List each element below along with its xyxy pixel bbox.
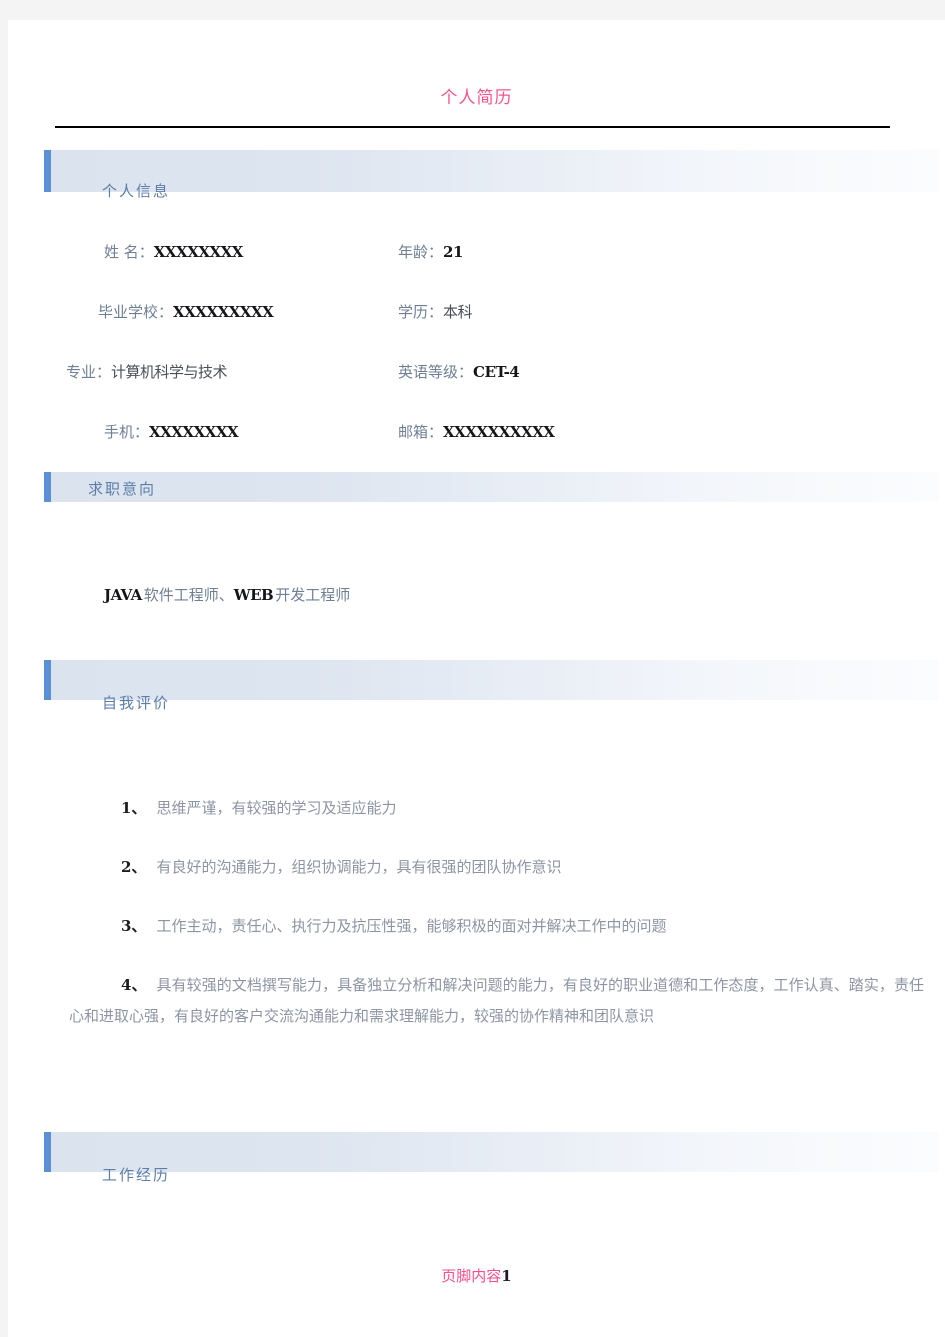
field-english-level: 英语等级：CET-4 [398, 361, 520, 382]
field-email: 邮箱：XXXXXXXXXX [398, 421, 555, 442]
field-email-value: XXXXXXXXXX [443, 423, 555, 441]
list-item-text: 思维严谨，有较强的学习及适应能力 [156, 799, 397, 817]
field-school-label: 毕业学校： [98, 303, 174, 321]
page-footer: 页脚内容1 [8, 1265, 945, 1286]
resume-page: 个人简历 个人信息 姓 名：XXXXXXXX 年龄：21 毕业学校：XXXXXX… [8, 20, 945, 1337]
list-item: 2、 有良好的沟通能力，组织协调能力，具有很强的团队协作意识 [121, 852, 561, 883]
list-item-text: 工作主动，责任心、执行力及抗压性强，能够积极的面对并解决工作中的问题 [156, 917, 667, 935]
job-objective-role-2-cn: 开发工程师 [275, 586, 351, 604]
list-item: 4、 具有较强的文档撰写能力，具备独立分析和解决问题的能力，有良好的职业道德和工作… [69, 970, 924, 1032]
list-item: 1、 思维严谨，有较强的学习及适应能力 [121, 793, 396, 824]
field-email-label: 邮箱： [398, 423, 444, 441]
field-major-value: 计算机科学与技术 [111, 363, 228, 381]
job-objective-role-1-cn: 软件工程师、 [143, 586, 234, 604]
band-accent-bar [44, 1132, 51, 1172]
section-band-self-evaluation [44, 660, 939, 700]
list-item-number: 4、 [121, 976, 147, 994]
section-heading-work-experience: 工作经历 [102, 1166, 171, 1184]
field-phone: 手机：XXXXXXXX [104, 421, 239, 442]
section-heading-self-evaluation: 自我评价 [102, 694, 171, 712]
job-objective-role-1-latin: JAVA [104, 586, 142, 604]
field-education: 学历：本科 [398, 301, 473, 322]
field-english-level-label: 英语等级： [398, 363, 474, 381]
field-major-label: 专业： [66, 363, 112, 381]
field-age-value: 21 [443, 243, 463, 261]
field-phone-value: XXXXXXXX [149, 423, 239, 441]
field-name: 姓 名：XXXXXXXX [104, 241, 243, 262]
field-age-label: 年龄： [398, 243, 444, 261]
list-item-text: 具有较强的文档撰写能力，具备独立分析和解决问题的能力，有良好的职业道德和工作态度… [69, 976, 925, 1025]
list-item-number: 1、 [121, 799, 147, 817]
field-name-value: XXXXXXXX [153, 243, 244, 261]
footer-page-number: 1 [501, 1267, 512, 1285]
section-band-job-objective [44, 472, 939, 502]
field-phone-label: 手机： [104, 423, 150, 441]
field-major: 专业：计算机科学与技术 [66, 361, 228, 382]
list-item: 3、 工作主动，责任心、执行力及抗压性强，能够积极的面对并解决工作中的问题 [121, 911, 666, 942]
footer-text: 页脚内容 [441, 1267, 502, 1285]
job-objective-body: JAVA 软件工程师、WEB 开发工程师 [104, 584, 350, 605]
document-title: 个人简历 [440, 88, 513, 108]
title-divider [55, 126, 890, 128]
field-age: 年龄：21 [398, 241, 463, 262]
field-school-value: XXXXXXXXX [173, 303, 274, 321]
job-objective-role-2-latin: WEB [233, 586, 274, 604]
list-item-number: 3、 [121, 917, 147, 935]
field-education-value: 本科 [443, 303, 473, 321]
field-english-level-value: CET-4 [473, 363, 520, 381]
list-item-text: 有良好的沟通能力，组织协调能力，具有很强的团队协作意识 [156, 858, 562, 876]
list-item-number: 2、 [121, 858, 147, 876]
band-accent-bar [44, 472, 51, 502]
section-heading-job-objective: 求职意向 [88, 480, 157, 498]
field-education-label: 学历： [398, 303, 444, 321]
section-heading-personal-info: 个人信息 [102, 182, 171, 200]
field-name-label: 姓 名： [104, 243, 154, 261]
field-school: 毕业学校：XXXXXXXXX [98, 301, 274, 322]
section-band-work-experience [44, 1132, 939, 1172]
band-accent-bar [44, 660, 51, 700]
section-band-personal-info [44, 150, 939, 192]
band-accent-bar [44, 150, 51, 192]
